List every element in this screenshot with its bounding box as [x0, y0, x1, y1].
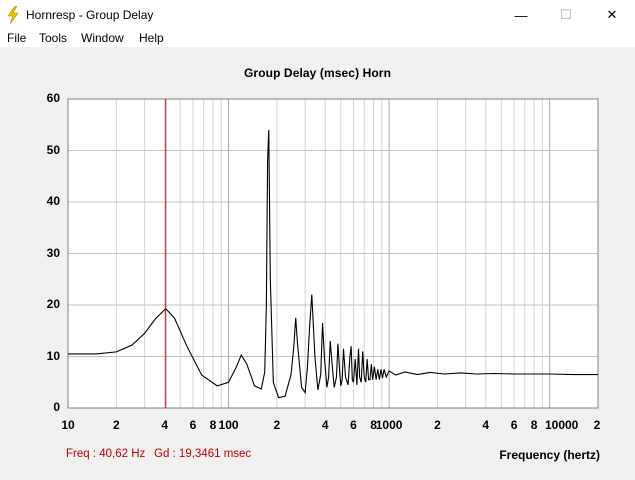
y-tick-label: 40 — [46, 194, 60, 208]
status-group-delay: Gd : 19,3461 msec — [154, 448, 252, 460]
x-tick-label: 10 — [61, 418, 75, 432]
y-tick-label: 60 — [46, 91, 60, 105]
x-tick-label: 1000 — [375, 418, 403, 432]
x-tick-label: 2 — [273, 418, 281, 432]
x-tick-label: 2 — [434, 418, 441, 432]
x-tick-label: 8 — [530, 418, 538, 432]
y-tick-label: 10 — [46, 348, 60, 363]
x-tick-label: 6 — [510, 418, 518, 432]
x-axis-label: Frequency (hertz) — [499, 448, 600, 462]
app-window: Hornresp - Group Delay — ☐ ✕ File Tools … — [0, 0, 635, 480]
x-tick-label: 8 — [209, 418, 217, 432]
x-tick-label: 100 — [218, 418, 239, 432]
y-tick-label: 30 — [46, 245, 60, 260]
x-tick-label: 6 — [189, 418, 197, 432]
status-frequency: Freq : 40,62 Hz — [66, 448, 146, 460]
x-tick-label: 6 — [350, 418, 357, 432]
x-tick-label: 4 — [321, 418, 329, 432]
group-delay-chart[interactable] — [0, 0, 635, 480]
x-tick-label: 4 — [482, 418, 490, 432]
x-tick-label: 10000 — [544, 418, 579, 432]
x-tick-label: 2 — [112, 418, 120, 432]
y-tick-label: 20 — [46, 297, 60, 311]
x-tick-label: 2 — [593, 418, 601, 432]
y-tick-label: 50 — [46, 142, 60, 157]
x-tick-label: 4 — [161, 418, 168, 432]
y-tick-label: 0 — [53, 400, 60, 414]
